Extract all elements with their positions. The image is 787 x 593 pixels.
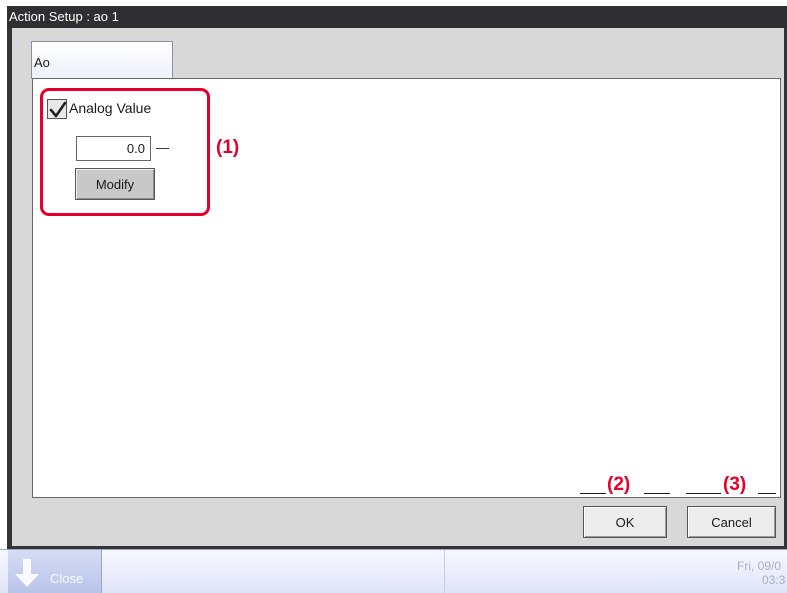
title-bar: Action Setup : ao 1 xyxy=(7,6,787,28)
action-setup-dialog: Action Setup : ao 1 Ao Analog Value 0.0 … xyxy=(7,6,787,549)
tab-ao[interactable]: Ao xyxy=(31,41,173,79)
callout-label-2: (2) xyxy=(607,474,631,495)
datetime-display: Fri, 09/0 03:3 xyxy=(737,559,787,587)
callout-label-1: (1) xyxy=(216,137,240,158)
unit-label: — xyxy=(156,140,169,155)
window-title: Action Setup : ao 1 xyxy=(9,9,119,24)
time-label: 03:3 xyxy=(762,573,786,587)
date-label: Fri, 09/0 xyxy=(737,559,782,573)
close-label: Close xyxy=(50,571,84,586)
cancel-button[interactable]: Cancel xyxy=(687,506,776,538)
tab-ao-label: Ao xyxy=(34,55,50,70)
taskbar-divider xyxy=(444,550,445,593)
callout-line-2-left xyxy=(580,493,606,494)
modify-button[interactable]: Modify xyxy=(75,168,155,200)
analog-value-checkbox[interactable] xyxy=(47,99,67,119)
close-button[interactable]: Close xyxy=(8,550,102,593)
callout-line-2-right xyxy=(644,493,670,494)
callout-line-3-left xyxy=(686,493,721,494)
analog-value-field[interactable]: 0.0 xyxy=(76,136,151,161)
checkmark-icon xyxy=(49,101,67,118)
taskbar: Close Fri, 09/0 03:3 xyxy=(0,549,787,593)
down-arrow-icon xyxy=(15,559,39,587)
callout-line-3-right xyxy=(758,493,776,494)
ok-button[interactable]: OK xyxy=(583,506,667,538)
analog-value-label: Analog Value xyxy=(69,100,152,116)
callout-label-3: (3) xyxy=(723,474,747,495)
tab-panel: Analog Value 0.0 — Modify (1) xyxy=(32,78,781,498)
dialog-body: Ao Analog Value 0.0 — Modify (1) (2) (3)… xyxy=(12,28,784,546)
